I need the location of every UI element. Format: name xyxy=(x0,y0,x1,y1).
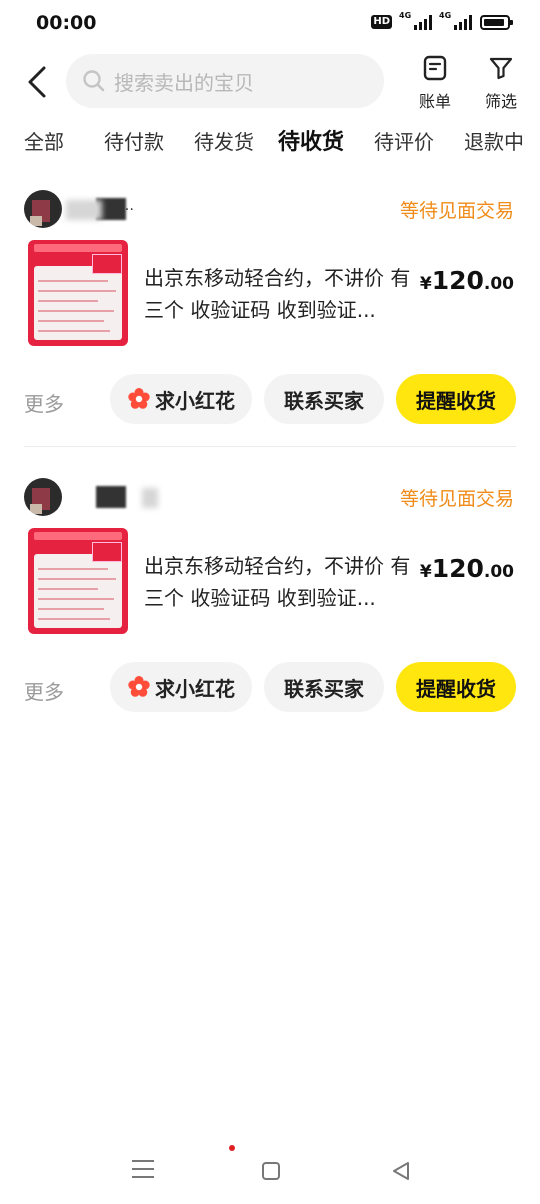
tab-pending-payment[interactable]: 待付款 xyxy=(104,126,164,155)
filter-button[interactable]: 筛选 xyxy=(476,54,526,112)
product-thumbnail[interactable] xyxy=(28,240,128,346)
signal-icon: 4G xyxy=(399,11,432,30)
contact-buyer-button[interactable]: 联系买家 xyxy=(264,662,384,712)
remind-receipt-button[interactable]: 提醒收货 xyxy=(396,374,516,424)
more-button[interactable]: 更多 xyxy=(24,676,64,705)
status-bar: 00:00 HD 4G 4G xyxy=(0,0,540,46)
buyer-avatar[interactable] xyxy=(24,190,62,228)
bill-button[interactable]: 账单 xyxy=(410,54,460,112)
sold-orders-page: 00:00 HD 4G 4G 搜索卖出的宝贝 账单 筛选 全部 待付款 待发货 … xyxy=(0,0,540,1204)
order-tabs: 全部 待付款 待发货 待收货 待评价 退款中 xyxy=(0,126,540,166)
bill-icon xyxy=(423,55,447,81)
search-icon xyxy=(83,70,105,92)
notification-dot xyxy=(229,1145,235,1151)
flower-icon xyxy=(128,388,150,409)
product-price: ¥120.00 xyxy=(419,554,514,583)
product-thumbnail[interactable] xyxy=(28,528,128,634)
order-status: 等待见面交易 xyxy=(399,200,514,222)
signal-icon-2: 4G xyxy=(439,11,472,30)
product-price: ¥120.00 xyxy=(419,266,514,295)
filter-label: 筛选 xyxy=(484,92,517,111)
ask-flower-button[interactable]: 求小红花 xyxy=(110,374,252,424)
tab-all[interactable]: 全部 xyxy=(24,126,64,155)
hd-icon: HD xyxy=(371,15,392,29)
back-button[interactable] xyxy=(22,62,56,102)
filter-icon xyxy=(489,57,513,80)
back-triangle-icon[interactable] xyxy=(390,1160,412,1182)
status-icons: HD 4G 4G xyxy=(371,11,513,30)
tab-pending-shipment[interactable]: 待发货 xyxy=(194,126,254,155)
buyer-avatar[interactable] xyxy=(24,478,62,516)
order-card[interactable]: 等待见面交易 出京东移动轻合约，不讲价 有三个 收验证码 收到验证... ¥12… xyxy=(0,472,540,742)
menu-icon[interactable] xyxy=(132,1160,154,1184)
redacted-name xyxy=(96,486,126,508)
flower-icon xyxy=(128,676,150,697)
system-nav-bar xyxy=(0,1140,540,1204)
status-time: 00:00 xyxy=(36,12,97,34)
product-title[interactable]: 出京东移动轻合约，不讲价 有三个 收验证码 收到验证... xyxy=(144,550,412,614)
chevron-left-icon xyxy=(28,66,46,98)
tab-refunding[interactable]: 退款中 xyxy=(464,126,524,155)
more-button[interactable]: 更多 xyxy=(24,388,64,417)
order-card[interactable]: … 等待见面交易 出京东移动轻合约，不讲价 有三个 收验证码 收到验证... ¥… xyxy=(0,184,540,454)
remind-receipt-button[interactable]: 提醒收货 xyxy=(396,662,516,712)
search-placeholder: 搜索卖出的宝贝 xyxy=(114,70,254,95)
search-input[interactable]: 搜索卖出的宝贝 xyxy=(66,54,384,108)
buyer-name: … xyxy=(120,198,135,214)
tab-pending-review[interactable]: 待评价 xyxy=(374,126,434,155)
bill-label: 账单 xyxy=(418,92,451,111)
ask-flower-button[interactable]: 求小红花 xyxy=(110,662,252,712)
order-status: 等待见面交易 xyxy=(399,488,514,510)
divider xyxy=(24,446,516,447)
tab-pending-receipt[interactable]: 待收货 xyxy=(276,124,347,156)
battery-icon xyxy=(480,14,513,30)
product-title[interactable]: 出京东移动轻合约，不讲价 有三个 收验证码 收到验证... xyxy=(144,262,412,326)
home-icon[interactable] xyxy=(262,1162,280,1180)
contact-buyer-button[interactable]: 联系买家 xyxy=(264,374,384,424)
